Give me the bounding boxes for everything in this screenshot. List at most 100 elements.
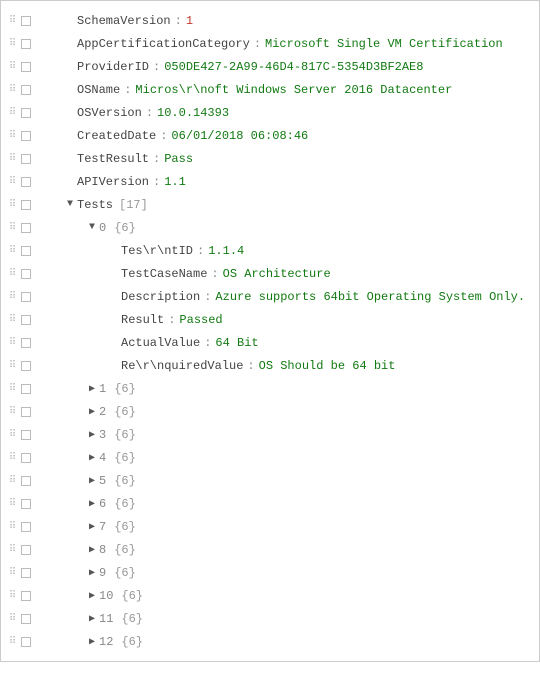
index: 11 [99, 612, 113, 626]
index: 10 [99, 589, 113, 603]
drag-grip-icon[interactable]: ⠿ [5, 498, 19, 510]
row-api-version: ⠿ APIVersion : 1.1 [5, 170, 535, 193]
row-test-result: ⠿ TestResult : Pass [5, 147, 535, 170]
row-test-collapsed: ⠿▶8{6} [5, 538, 535, 561]
expand-toggle-icon[interactable]: ▶ [85, 383, 99, 395]
expand-toggle-icon[interactable]: ▶ [85, 567, 99, 579]
expand-toggle-icon[interactable]: ▶ [85, 590, 99, 602]
expand-toggle-icon[interactable]: ▶ [85, 636, 99, 648]
key: OSName [77, 83, 120, 97]
drag-grip-icon[interactable]: ⠿ [5, 475, 19, 487]
drag-grip-icon[interactable]: ⠿ [5, 544, 19, 556]
drag-grip-icon[interactable]: ⠿ [5, 521, 19, 533]
drag-grip-icon[interactable]: ⠿ [5, 383, 19, 395]
actions-icon[interactable] [19, 522, 33, 532]
actions-icon[interactable] [19, 108, 33, 118]
row-test-case-name: ⠿ TestCaseName : OS Architecture [5, 262, 535, 285]
colon: : [153, 175, 160, 189]
drag-grip-icon[interactable]: ⠿ [5, 176, 19, 188]
object-size: {6} [114, 428, 136, 442]
drag-grip-icon[interactable]: ⠿ [5, 61, 19, 73]
drag-grip-icon[interactable]: ⠿ [5, 291, 19, 303]
actions-icon[interactable] [19, 476, 33, 486]
drag-grip-icon[interactable]: ⠿ [5, 245, 19, 257]
expand-toggle-icon[interactable]: ▶ [85, 498, 99, 510]
actions-icon[interactable] [19, 16, 33, 26]
actions-icon[interactable] [19, 131, 33, 141]
drag-grip-icon[interactable]: ⠿ [5, 107, 19, 119]
drag-grip-icon[interactable]: ⠿ [5, 360, 19, 372]
expand-toggle-icon[interactable]: ▼ [85, 222, 99, 233]
actions-icon[interactable] [19, 430, 33, 440]
colon: : [168, 313, 175, 327]
drag-grip-icon[interactable]: ⠿ [5, 613, 19, 625]
drag-grip-icon[interactable]: ⠿ [5, 15, 19, 27]
actions-icon[interactable] [19, 361, 33, 371]
row-os-version: ⠿ OSVersion : 10.0.14393 [5, 101, 535, 124]
key: Re\r\nquiredValue [121, 359, 243, 373]
expand-toggle-icon[interactable]: ▶ [85, 544, 99, 556]
expand-toggle-icon[interactable]: ▶ [85, 452, 99, 464]
actions-icon[interactable] [19, 384, 33, 394]
actions-icon[interactable] [19, 545, 33, 555]
expand-toggle-icon[interactable]: ▶ [85, 429, 99, 441]
drag-grip-icon[interactable]: ⠿ [5, 337, 19, 349]
key: Tes\r\ntID [121, 244, 193, 258]
drag-grip-icon[interactable]: ⠿ [5, 199, 19, 211]
actions-icon[interactable] [19, 568, 33, 578]
expand-toggle-icon[interactable]: ▼ [63, 199, 77, 210]
value: 06/01/2018 06:08:46 [171, 129, 308, 143]
actions-icon[interactable] [19, 154, 33, 164]
value: 10.0.14393 [157, 106, 229, 120]
actions-icon[interactable] [19, 614, 33, 624]
actions-icon[interactable] [19, 453, 33, 463]
row-test-collapsed: ⠿▶10{6} [5, 584, 535, 607]
drag-grip-icon[interactable]: ⠿ [5, 406, 19, 418]
index: 1 [99, 382, 106, 396]
index: 8 [99, 543, 106, 557]
expand-toggle-icon[interactable]: ▶ [85, 475, 99, 487]
actions-icon[interactable] [19, 637, 33, 647]
drag-grip-icon[interactable]: ⠿ [5, 222, 19, 234]
key: APIVersion [77, 175, 149, 189]
drag-grip-icon[interactable]: ⠿ [5, 130, 19, 142]
actions-icon[interactable] [19, 338, 33, 348]
row-test-id: ⠿ Tes\r\ntID : 1.1.4 [5, 239, 535, 262]
drag-grip-icon[interactable]: ⠿ [5, 567, 19, 579]
index: 5 [99, 474, 106, 488]
value: 64 Bit [215, 336, 258, 350]
value: 1.1.4 [208, 244, 244, 258]
drag-grip-icon[interactable]: ⠿ [5, 452, 19, 464]
object-size: {6} [114, 520, 136, 534]
actions-icon[interactable] [19, 407, 33, 417]
drag-grip-icon[interactable]: ⠿ [5, 38, 19, 50]
drag-grip-icon[interactable]: ⠿ [5, 590, 19, 602]
actions-icon[interactable] [19, 269, 33, 279]
actions-icon[interactable] [19, 246, 33, 256]
drag-grip-icon[interactable]: ⠿ [5, 84, 19, 96]
colon: : [247, 359, 254, 373]
expand-toggle-icon[interactable]: ▶ [85, 613, 99, 625]
drag-grip-icon[interactable]: ⠿ [5, 268, 19, 280]
actions-icon[interactable] [19, 85, 33, 95]
actions-icon[interactable] [19, 591, 33, 601]
key: Result [121, 313, 164, 327]
actions-icon[interactable] [19, 292, 33, 302]
expand-toggle-icon[interactable]: ▶ [85, 521, 99, 533]
expand-toggle-icon[interactable]: ▶ [85, 406, 99, 418]
row-created-date: ⠿ CreatedDate : 06/01/2018 06:08:46 [5, 124, 535, 147]
row-app-cert: ⠿ AppCertificationCategory : Microsoft S… [5, 32, 535, 55]
value: Micros\r\noft Windows Server 2016 Datace… [135, 83, 452, 97]
actions-icon[interactable] [19, 177, 33, 187]
actions-icon[interactable] [19, 39, 33, 49]
drag-grip-icon[interactable]: ⠿ [5, 636, 19, 648]
actions-icon[interactable] [19, 200, 33, 210]
drag-grip-icon[interactable]: ⠿ [5, 153, 19, 165]
drag-grip-icon[interactable]: ⠿ [5, 429, 19, 441]
actions-icon[interactable] [19, 223, 33, 233]
key: Tests [77, 198, 113, 212]
actions-icon[interactable] [19, 62, 33, 72]
actions-icon[interactable] [19, 315, 33, 325]
drag-grip-icon[interactable]: ⠿ [5, 314, 19, 326]
actions-icon[interactable] [19, 499, 33, 509]
